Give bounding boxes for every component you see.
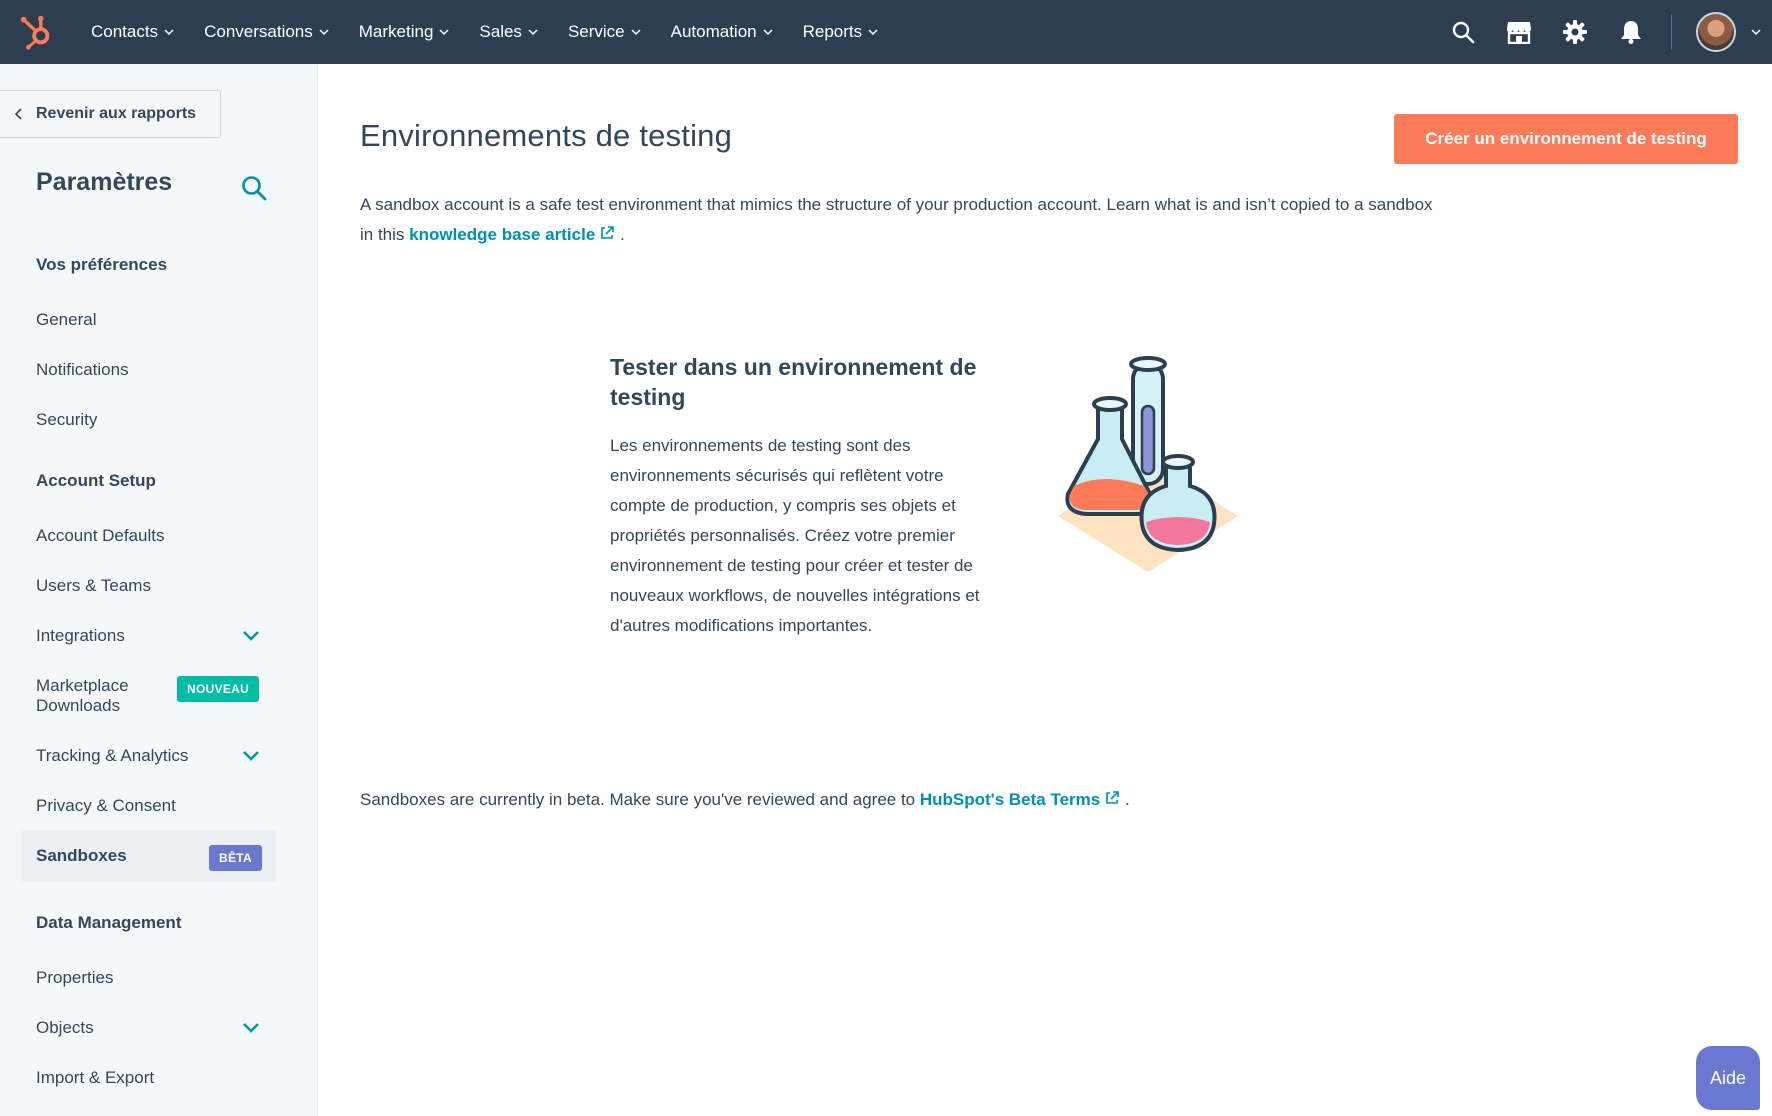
nav-marketing[interactable]: Marketing — [359, 22, 450, 42]
bell-icon[interactable] — [1617, 18, 1645, 46]
lab-flasks-illustration — [1058, 356, 1238, 572]
sidebar-item-integrations[interactable]: Integrations — [36, 626, 125, 646]
chevron-down-icon — [868, 29, 878, 36]
sidebar-item-objects[interactable]: Objects — [36, 1018, 94, 1038]
sidebar-item-general[interactable]: General — [36, 310, 96, 330]
sidebar-title: Paramètres — [36, 168, 173, 196]
nav-utilities — [1449, 0, 1772, 64]
external-link-icon — [601, 226, 615, 239]
nav-conversations[interactable]: Conversations — [204, 22, 329, 42]
chevron-left-icon — [14, 108, 22, 120]
nav-sales[interactable]: Sales — [479, 22, 538, 42]
chevron-down-icon[interactable] — [1750, 27, 1762, 37]
section-account-setup: Account Setup — [36, 471, 156, 490]
sidebar-item-notifications[interactable]: Notifications — [36, 360, 129, 380]
sidebar-item-users-teams[interactable]: Users & Teams — [36, 576, 151, 596]
back-to-reports-button[interactable]: Revenir aux rapports — [0, 90, 221, 138]
chevron-down-icon — [439, 29, 449, 36]
nav-service[interactable]: Service — [568, 22, 641, 42]
section-preferences: Vos préférences — [36, 255, 168, 274]
chevron-down-icon[interactable] — [242, 750, 260, 762]
new-badge: NOUVEAU — [177, 676, 260, 702]
main-menu: Contacts Conversations Marketing Sales S… — [91, 0, 908, 64]
chevron-down-icon — [528, 29, 538, 36]
knowledge-base-link[interactable]: knowledge base article — [409, 225, 615, 244]
sidebar-item-privacy-consent[interactable]: Privacy & Consent — [36, 796, 176, 816]
back-button-label: Revenir aux rapports — [36, 105, 197, 122]
sidebar-item-import-export[interactable]: Import & Export — [36, 1068, 154, 1088]
chevron-down-icon — [763, 29, 773, 36]
sidebar-item-account-defaults[interactable]: Account Defaults — [36, 526, 165, 546]
nav-automation[interactable]: Automation — [671, 22, 773, 42]
settings-sidebar: Revenir aux rapports Paramètres Vos préf… — [0, 64, 318, 1116]
section-data-management: Data Management — [36, 913, 182, 932]
top-navigation: Contacts Conversations Marketing Sales S… — [0, 0, 1772, 64]
sidebar-item-marketplace-downloads[interactable]: Marketplace Downloads — [36, 676, 176, 716]
empty-state-description: Les environnements de testing sont des e… — [610, 436, 980, 635]
sidebar-item-properties[interactable]: Properties — [36, 968, 113, 988]
nav-reports[interactable]: Reports — [803, 22, 879, 42]
chevron-down-icon — [319, 29, 329, 36]
beta-terms-link[interactable]: HubSpot's Beta Terms — [920, 790, 1120, 809]
beta-badge: BÊTA — [209, 845, 262, 871]
avatar[interactable] — [1696, 12, 1736, 52]
nav-contacts[interactable]: Contacts — [91, 22, 174, 42]
marketplace-icon[interactable] — [1505, 18, 1533, 46]
empty-state-title: Tester dans un environnement de testing — [610, 354, 977, 410]
external-link-icon — [1106, 791, 1120, 804]
sidebar-item-sandboxes[interactable]: Sandboxes — [36, 846, 127, 866]
chevron-down-icon — [631, 29, 641, 36]
sidebar-item-tracking-analytics[interactable]: Tracking & Analytics — [36, 746, 188, 766]
search-icon[interactable] — [240, 174, 268, 202]
hubspot-logo-icon[interactable] — [18, 13, 56, 51]
search-icon[interactable] — [1449, 18, 1477, 46]
help-button[interactable]: Aide — [1696, 1046, 1760, 1110]
create-sandbox-button[interactable]: Créer un environnement de testing — [1394, 114, 1738, 164]
chevron-down-icon — [164, 29, 174, 36]
gear-icon[interactable] — [1561, 18, 1589, 46]
nav-divider — [1671, 14, 1672, 50]
page-title: Environnements de testing — [360, 118, 733, 153]
chevron-down-icon[interactable] — [242, 1022, 260, 1034]
intro-text: A sandbox account is a safe test environ… — [360, 195, 1433, 244]
chevron-down-icon[interactable] — [242, 630, 260, 642]
sidebar-item-security[interactable]: Security — [36, 410, 97, 430]
beta-notice: Sandboxes are currently in beta. Make su… — [360, 790, 1130, 809]
main-content: Environnements de testing Créer un envir… — [318, 64, 1772, 1116]
